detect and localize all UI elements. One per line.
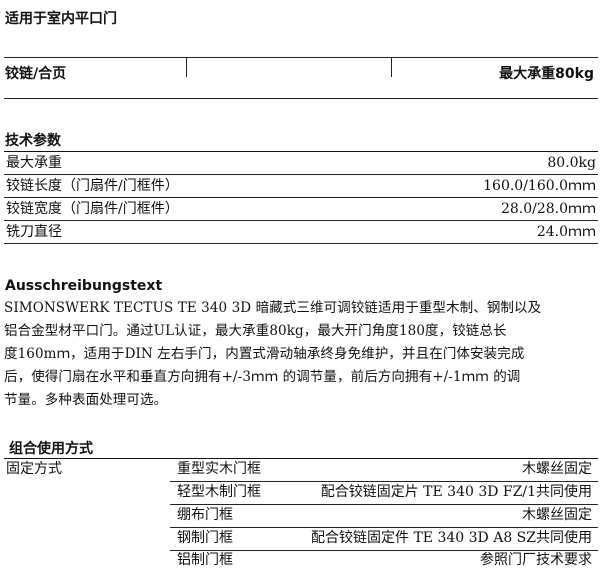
divider [391, 57, 392, 77]
param-row: 铰链长度（门扇件/门框件） 160.0/160.0ｍｍ [4, 175, 598, 197]
fixing-method: 配合铰链固定件 TE 340 3D A8 SZ共同使用 [311, 530, 592, 546]
param-value: 80.0kg [547, 155, 596, 171]
param-value: 28.0/28.0ｍｍ [500, 201, 596, 217]
frame-type: 绷布门框 [177, 507, 233, 523]
param-label: 铣刀直径 [6, 224, 62, 240]
page-title: 适用于室内平口门 [5, 11, 117, 27]
fixing-method: 参照门厂技术要求 [480, 552, 592, 568]
divider [186, 57, 187, 77]
param-label: 铰链长度（门扇件/门框件） [6, 178, 179, 194]
frame-type: 轻型木制门框 [177, 484, 261, 500]
param-row: 铣刀直径 24.0ｍｍ [4, 221, 598, 243]
tender-line: 铝合金型材平口门。通过UL认证，最大承重80kg，最大开门角度180度，铰链总长 [4, 323, 507, 339]
param-row: 铰链宽度（门扇件/门框件） 28.0/28.0ｍｍ [4, 198, 598, 220]
tender-line: 后，使得门扇在水平和垂直方向拥有+/-3ｍｍ 的调节量，前后方向拥有+/-1ｍｍ… [4, 369, 521, 385]
tender-heading: Ausschreibungstext [5, 278, 163, 294]
param-label: 最大承重 [6, 155, 62, 171]
max-load-label: 最大承重80kg [499, 66, 594, 82]
param-label: 铰链宽度（门扇件/门框件） [6, 201, 179, 217]
hinge-label: 铰链/合页 [5, 66, 67, 82]
fixing-method: 木螺丝固定 [522, 507, 592, 523]
param-row: 最大承重 80.0kg [4, 152, 598, 174]
frame-type: 钢制门框 [177, 530, 233, 546]
combination-heading: 组合使用方式 [9, 441, 93, 457]
divider [4, 57, 598, 58]
fixing-method: 配合铰链固定片 TE 340 3D FZ/1共同使用 [320, 484, 592, 500]
divider [4, 98, 598, 99]
frame-type: 重型实木门框 [177, 461, 261, 477]
fixing-label: 固定方式 [6, 461, 62, 477]
fixing-method: 木螺丝固定 [522, 461, 592, 477]
param-value: 24.0ｍｍ [536, 224, 596, 240]
frame-type: 铝制门框 [177, 552, 233, 568]
param-value: 160.0/160.0ｍｍ [483, 178, 596, 194]
tender-line: 节量。多种表面处理可选。 [4, 392, 168, 408]
divider [4, 243, 598, 244]
tender-line: SIMONSWERK TECTUS TE 340 3D 暗藏式三维可调铰链适用于… [4, 300, 542, 316]
divider [4, 458, 598, 459]
tender-line: 度160mｍ，适用于DIN 左右手门，内置式滑动轴承终身免维护，并且在门体安装完… [4, 346, 525, 362]
tech-params-heading: 技术参数 [5, 133, 61, 149]
